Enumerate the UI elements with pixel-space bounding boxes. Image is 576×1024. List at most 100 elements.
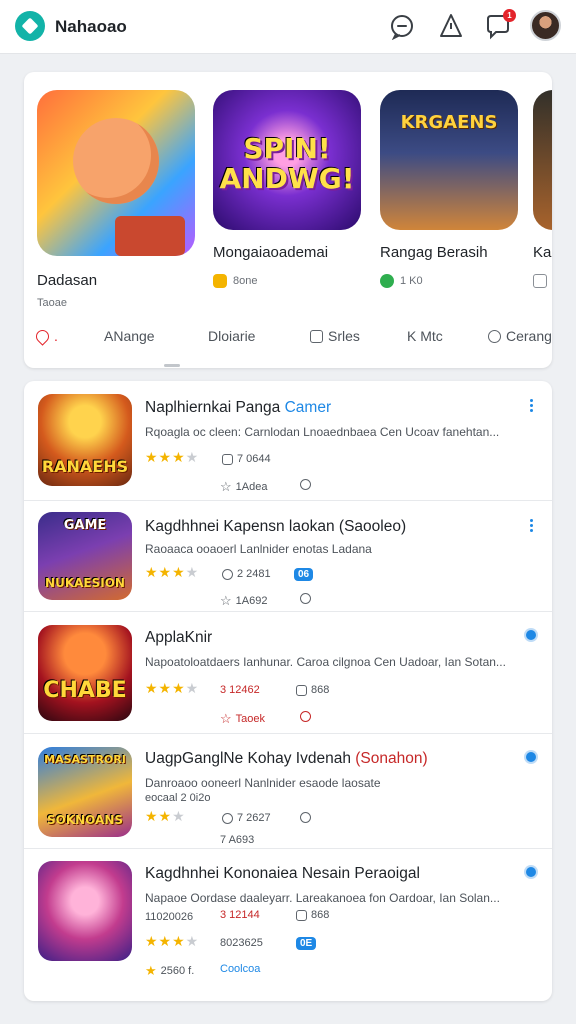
featured-app-meta: Taoae bbox=[37, 297, 67, 309]
thumbnail-art-text: SPIN! ANDWG! bbox=[219, 132, 355, 195]
notifications-button[interactable]: 1 bbox=[484, 9, 516, 40]
comment-icon bbox=[296, 909, 307, 921]
bookmark-icon bbox=[310, 329, 323, 343]
tab-cerang[interactable]: Cerang bbox=[488, 328, 552, 344]
list-item[interactable]: RANAEHS Naplhiernkai Panga Camer Rqoagla… bbox=[24, 381, 552, 501]
alert-triangle-icon[interactable] bbox=[437, 12, 465, 40]
share-button[interactable] bbox=[300, 711, 311, 722]
status-dot-icon bbox=[526, 752, 536, 762]
favorite-count[interactable]: ★ 2560 f. bbox=[145, 963, 194, 979]
star-outline-icon: ☆ bbox=[220, 711, 232, 726]
status-dot-icon bbox=[526, 630, 536, 640]
app-title-tag: (Sonahon) bbox=[355, 750, 428, 767]
chat-icon bbox=[488, 329, 501, 343]
app-thumbnail: MASASTRORI SOKNOANS bbox=[38, 747, 132, 837]
featured-app-name: Mongaiaoademai bbox=[213, 244, 329, 261]
featured-app-card[interactable]: SPIN! ANDWG! Mongaiaoademai 8one bbox=[213, 90, 361, 288]
share-icon bbox=[300, 479, 311, 490]
category-badge-icon bbox=[213, 274, 227, 288]
featured-app-thumbnail bbox=[37, 90, 195, 256]
app-title: ApplaKnir bbox=[145, 629, 213, 646]
pin-icon bbox=[33, 326, 52, 346]
user-avatar[interactable] bbox=[530, 10, 561, 41]
share-icon bbox=[300, 711, 311, 722]
developer-link[interactable]: Coolcoa bbox=[220, 963, 260, 975]
tab-active-indicator bbox=[164, 364, 180, 367]
favorite-count[interactable]: ☆ Taoek bbox=[220, 711, 265, 727]
featured-app-meta: 1 bbox=[533, 274, 552, 288]
tab-anange[interactable]: ANange bbox=[104, 328, 155, 344]
comment-icon bbox=[296, 684, 307, 696]
thumbnail-art-text: GAME bbox=[63, 518, 107, 533]
featured-carousel: Dadasan Taoae SPIN! ANDWG! Mongaiaoadema… bbox=[24, 72, 552, 368]
list-item[interactable]: Kagdhnhei Kononaiea Nesain Peraoigal Nap… bbox=[24, 849, 552, 1001]
rating-stars: ★★★★ bbox=[145, 564, 200, 580]
version-badge: 0E bbox=[296, 937, 317, 950]
app-thumbnail: CHABE bbox=[38, 625, 132, 721]
tab-srles[interactable]: Srles bbox=[310, 328, 360, 344]
favorite-count[interactable]: 7 A693 bbox=[220, 834, 254, 846]
rating-stars: ★★★ bbox=[145, 808, 186, 824]
featured-app-thumbnail bbox=[533, 90, 552, 230]
tab-label: . bbox=[54, 328, 58, 344]
featured-app-card[interactable]: KRGAENS Rangag Berasih 1 K0 bbox=[380, 90, 518, 288]
top-app-bar: Nahaoao 1 bbox=[0, 0, 576, 54]
app-title: Kagdhnhei Kononaiea Nesain Peraoigal bbox=[145, 865, 420, 882]
app-description: Raoaaca ooaoerl Lanlnider enotas Ladana bbox=[145, 542, 372, 556]
download-count-text: 7 2627 bbox=[237, 812, 271, 824]
install-count: 8023625 bbox=[220, 937, 263, 949]
more-options-icon[interactable] bbox=[530, 519, 534, 533]
app-title-text: UagpGanglNe Kohay Ivdenah bbox=[145, 750, 351, 767]
comment-count-text: 868 bbox=[311, 909, 330, 921]
app-title: Nahaoao bbox=[55, 17, 127, 36]
rating-stars: ★★★★ bbox=[145, 933, 200, 949]
featured-app-card[interactable]: Dadasan Taoae bbox=[37, 90, 195, 309]
comment-count-text: 868 bbox=[311, 684, 330, 696]
more-options-icon[interactable] bbox=[530, 399, 534, 413]
category-tabs: . ANange Dloiarie Srles K Mtc Cerang bbox=[24, 322, 552, 352]
list-item[interactable]: MASASTRORI SOKNOANS UagpGanglNe Kohay Iv… bbox=[24, 734, 552, 849]
share-button[interactable] bbox=[300, 812, 311, 823]
app-thumbnail: RANAEHS bbox=[38, 394, 132, 486]
featured-app-card[interactable]: Ka 1 bbox=[533, 90, 552, 288]
app-thumbnail bbox=[38, 861, 132, 961]
share-button[interactable] bbox=[300, 479, 311, 490]
chat-icon[interactable] bbox=[388, 12, 416, 40]
thumbnail-art-text: NUKAESION bbox=[45, 576, 125, 590]
list-item[interactable]: CHABE ApplaKnir Napoatoloatdaers Ianhuna… bbox=[24, 612, 552, 734]
app-title: Naplhiernkai Panga Camer bbox=[145, 399, 331, 417]
thumbnail-art-text: SOKNOANS bbox=[46, 813, 124, 827]
download-count: 3 12462 bbox=[220, 684, 260, 696]
app-list: RANAEHS Naplhiernkai Panga Camer Rqoagla… bbox=[24, 381, 552, 1001]
app-description: Danroaoo ooneerl Nanlnider esaode laosat… bbox=[145, 776, 381, 790]
featured-app-meta-text: Taoae bbox=[37, 297, 67, 309]
favorite-count[interactable]: ☆ 1Adea bbox=[220, 479, 267, 495]
featured-app-meta: 8one bbox=[213, 274, 257, 288]
download-count-text: 2 2481 bbox=[237, 568, 271, 580]
star-outline-icon: ☆ bbox=[220, 593, 232, 608]
app-subtext: 11020026 bbox=[145, 911, 194, 923]
download-count: 3 12144 bbox=[220, 909, 260, 921]
favorite-count[interactable]: ☆ 1A692 bbox=[220, 593, 267, 609]
app-title-tag: Camer bbox=[284, 399, 332, 416]
tab-mtc[interactable]: K Mtc bbox=[407, 328, 443, 344]
tab-dloiarie[interactable]: Dloiarie bbox=[208, 328, 255, 344]
verified-badge-icon bbox=[380, 274, 394, 288]
list-item[interactable]: GAME NUKAESION Kagdhhnei Kapensn laokan … bbox=[24, 501, 552, 612]
tab-label: Cerang bbox=[506, 328, 552, 344]
app-thumbnail: GAME NUKAESION bbox=[38, 512, 132, 600]
tab-label: K Mtc bbox=[407, 328, 443, 344]
download-count-text: 3 12144 bbox=[220, 909, 260, 921]
version-badge: 06 bbox=[294, 568, 314, 581]
tab-location[interactable]: . bbox=[33, 326, 58, 346]
rating-stars: ★★★★ bbox=[145, 680, 200, 696]
download-icon bbox=[222, 568, 233, 580]
tab-label: Dloiarie bbox=[208, 328, 256, 344]
tab-label: ANange bbox=[104, 328, 155, 344]
favorite-count-text: Taoek bbox=[235, 713, 266, 725]
share-button[interactable] bbox=[300, 593, 311, 604]
app-subtext: eocaal 2 0i2o bbox=[145, 792, 211, 804]
featured-app-meta: 1 K0 bbox=[380, 274, 423, 288]
app-logo-icon[interactable] bbox=[15, 11, 45, 41]
download-count-text: 7 0644 bbox=[237, 453, 271, 465]
